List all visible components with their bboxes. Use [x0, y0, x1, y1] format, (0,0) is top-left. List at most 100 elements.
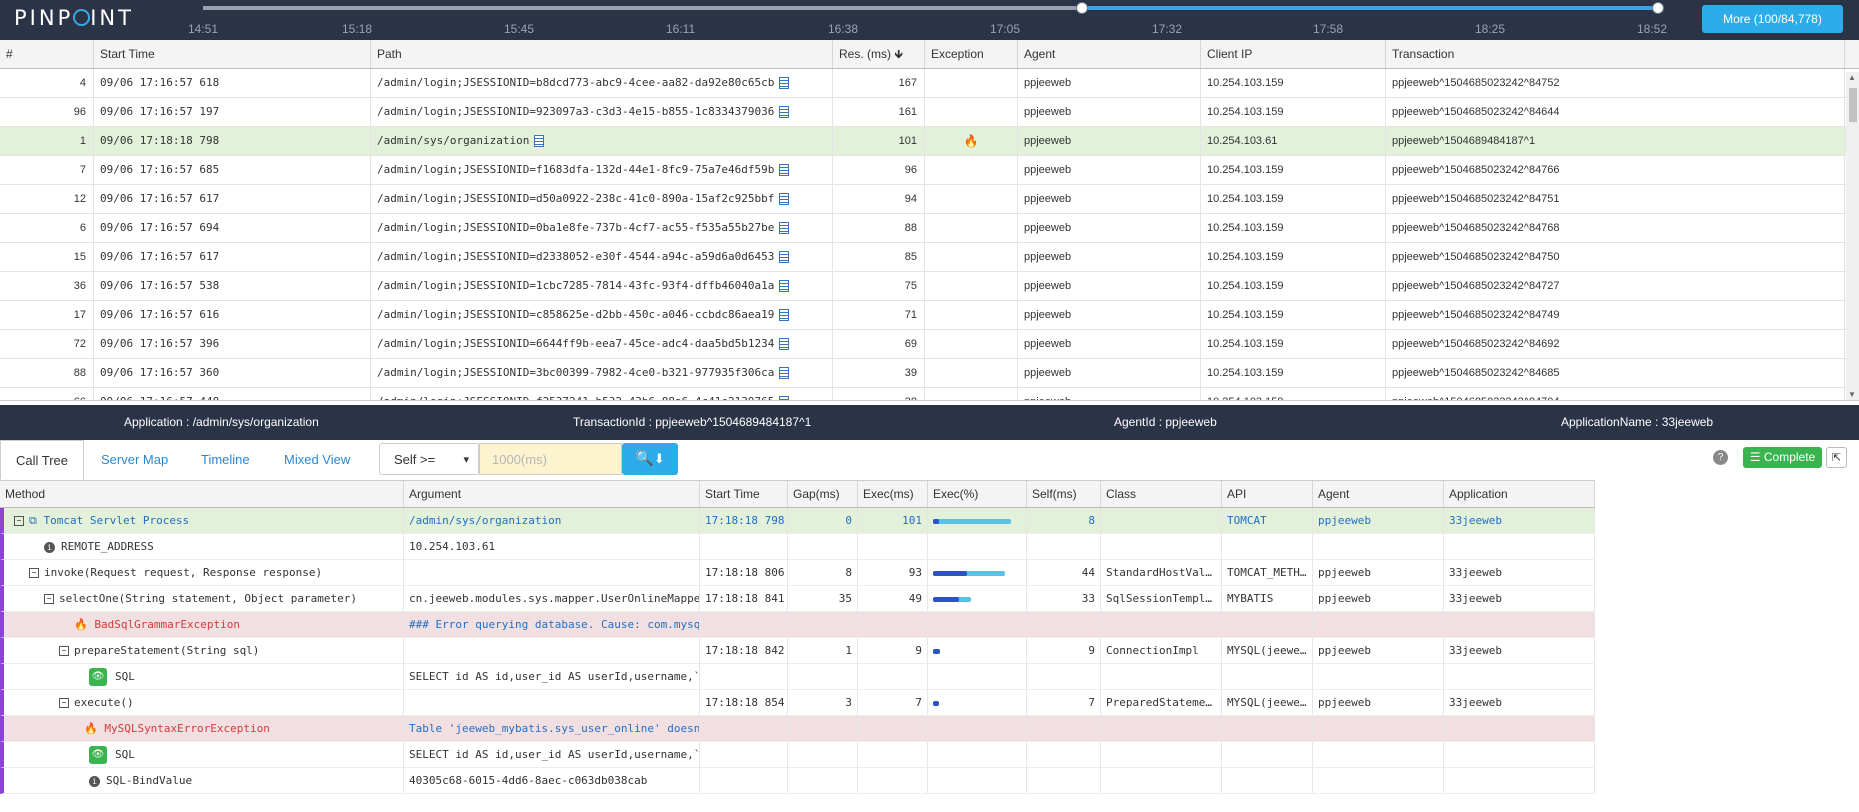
method-name: Tomcat Servlet Process — [43, 514, 190, 527]
call-tree-row[interactable]: i REMOTE_ADDRESS 10.254.103.61 — [0, 534, 1595, 560]
column-header[interactable]: Method — [0, 481, 404, 507]
collapse-toggle-icon[interactable]: − — [14, 516, 24, 526]
call-tree-cell — [1222, 742, 1313, 767]
call-tree-row[interactable]: − ⧉ Tomcat Servlet Process/admin/sys/orga… — [0, 508, 1595, 534]
call-tree-row[interactable]: − prepareStatement(String sql) 17:18:18 84… — [0, 638, 1595, 664]
complete-button[interactable]: ☰ Complete — [1743, 447, 1822, 468]
open-external-button[interactable]: ⇱ — [1826, 447, 1847, 468]
table-cell: 10.254.103.159 — [1201, 69, 1386, 97]
column-header[interactable]: Gap(ms) — [788, 481, 858, 507]
document-icon[interactable] — [779, 77, 790, 89]
tab-timeline[interactable]: Timeline — [201, 440, 250, 478]
column-header[interactable]: Argument — [404, 481, 700, 507]
table-cell — [925, 156, 1018, 184]
document-icon[interactable] — [779, 367, 790, 379]
self-percent-bar — [933, 700, 939, 706]
table-row[interactable]: 96 09/06 17:16:57 197/admin/login;JSESSIO… — [0, 98, 1859, 127]
timeline-selection[interactable] — [1081, 6, 1658, 10]
table-row[interactable]: 15 09/06 17:16:57 617/admin/login;JSESSIO… — [0, 243, 1859, 272]
table-row[interactable]: 36 09/06 17:16:57 538/admin/login;JSESSIO… — [0, 272, 1859, 301]
table-row[interactable]: 88 09/06 17:16:57 360/admin/login;JSESSIO… — [0, 359, 1859, 388]
table-cell: /admin/login;JSESSIONID=c858625e-d2bb-45… — [371, 301, 833, 329]
column-header[interactable]: Agent — [1018, 40, 1201, 68]
column-header[interactable]: Class — [1101, 481, 1222, 507]
table-cell: 88 — [833, 214, 925, 242]
search-button[interactable]: 🔍⬇ — [622, 443, 678, 475]
filter-select[interactable]: Self >= — [379, 443, 479, 476]
column-header[interactable]: Res. (ms) 🡻 — [833, 40, 925, 68]
table-row[interactable]: 1 09/06 17:18:18 798/admin/sys/organizati… — [0, 127, 1859, 156]
column-header[interactable]: Start Time — [94, 40, 371, 68]
document-icon[interactable] — [779, 251, 790, 263]
call-tree-row[interactable]: 👁 SQL SELECT id AS id,user_id AS userId,us… — [0, 664, 1595, 690]
document-icon[interactable] — [779, 396, 790, 400]
column-header[interactable]: Agent — [1313, 481, 1444, 507]
filter-input[interactable]: 1000(ms) — [479, 443, 622, 475]
document-icon[interactable] — [779, 309, 790, 321]
call-tree-row[interactable]: 👁 SQL SELECT id AS id,user_id AS userId,us… — [0, 742, 1595, 768]
document-icon[interactable] — [779, 338, 790, 350]
document-icon[interactable] — [779, 193, 790, 205]
collapse-toggle-icon[interactable]: − — [29, 568, 39, 578]
document-icon[interactable] — [534, 135, 545, 147]
timeline-tick-label: 18:52 — [1637, 22, 1668, 36]
timeline-handle-left[interactable] — [1076, 2, 1088, 14]
table-row[interactable]: 6609/06 17:16:57 448/admin/login;JSESSIO… — [0, 388, 1859, 400]
table-row[interactable]: 4 09/06 17:16:57 618/admin/login;JSESSION… — [0, 69, 1859, 98]
scroll-down-icon[interactable]: ▼ — [1848, 390, 1856, 399]
exec-percent-bar — [933, 518, 1011, 524]
table-row[interactable]: 7 09/06 17:16:57 685/admin/login;JSESSION… — [0, 156, 1859, 185]
scroll-thumb[interactable] — [1849, 88, 1857, 122]
column-header[interactable]: Exec(ms) — [858, 481, 928, 507]
call-tree-row[interactable]: 🔥 MySQLSyntaxErrorException Table 'jeeweb… — [0, 716, 1595, 742]
table-row[interactable]: 6 09/06 17:16:57 694/admin/login;JSESSION… — [0, 214, 1859, 243]
call-tree-row[interactable]: − selectOne(String statement, Object para… — [0, 586, 1595, 612]
document-icon[interactable] — [779, 280, 790, 292]
column-header[interactable]: Self(ms) — [1027, 481, 1101, 507]
call-tree-cell: MYBATIS — [1222, 586, 1313, 611]
call-tree-cell — [1101, 534, 1222, 559]
column-header[interactable]: Application — [1444, 481, 1595, 507]
eye-icon[interactable]: 👁 — [89, 746, 107, 764]
application-info: Application : /admin/sys/organization — [124, 415, 319, 429]
call-tree-cell — [1313, 716, 1444, 741]
column-header[interactable]: Client IP — [1201, 40, 1386, 68]
table-cell: ppjeeweb — [1018, 243, 1201, 271]
timeline-handle-right[interactable] — [1652, 2, 1664, 14]
table-cell: ppjeeweb^1504685023242^84752 — [1386, 69, 1845, 97]
document-icon[interactable] — [779, 164, 790, 176]
collapse-toggle-icon[interactable]: − — [44, 594, 54, 604]
column-header[interactable]: Path — [371, 40, 833, 68]
vertical-scrollbar[interactable]: ▲ ▼ — [1846, 72, 1859, 400]
table-row[interactable]: 17 09/06 17:16:57 616/admin/login;JSESSIO… — [0, 301, 1859, 330]
document-icon[interactable] — [779, 222, 790, 234]
column-header[interactable]: Transaction — [1386, 40, 1845, 68]
column-header[interactable]: API — [1222, 481, 1313, 507]
servlet-icon: ⧉ — [29, 514, 44, 527]
column-header[interactable]: Exec(%) — [928, 481, 1027, 507]
call-tree-row[interactable]: i SQL-BindValue 40305c68-6015-4dd6-8aec-c0… — [0, 768, 1595, 794]
eye-icon[interactable]: 👁 — [89, 668, 107, 686]
collapse-toggle-icon[interactable]: − — [59, 698, 69, 708]
call-tree-row[interactable]: − invoke(Request request, Response respon… — [0, 560, 1595, 586]
call-tree-cell — [1444, 534, 1595, 559]
tab-call-tree[interactable]: Call Tree — [0, 440, 84, 480]
column-header[interactable]: # — [0, 40, 94, 68]
scroll-up-icon[interactable]: ▲ — [1848, 73, 1856, 82]
tab-mixed-view[interactable]: Mixed View — [284, 440, 350, 478]
table-row[interactable]: 72 09/06 17:16:57 396/admin/login;JSESSIO… — [0, 330, 1859, 359]
column-header[interactable]: Start Time — [700, 481, 788, 507]
more-button[interactable]: More (100/84,778) — [1702, 5, 1843, 33]
collapse-toggle-icon[interactable]: − — [59, 646, 69, 656]
call-tree-row[interactable]: 🔥 BadSqlGrammarException ### Error queryi… — [0, 612, 1595, 638]
pinpoint-logo[interactable]: PINP INT — [14, 6, 134, 30]
tab-server-map[interactable]: Server Map — [101, 440, 168, 478]
call-tree-cell — [1222, 768, 1313, 793]
help-icon[interactable]: ? — [1713, 450, 1728, 465]
document-icon[interactable] — [779, 106, 790, 118]
table-row[interactable]: 12 09/06 17:16:57 617/admin/login;JSESSIO… — [0, 185, 1859, 214]
method-name: invoke(Request request, Response respons… — [44, 566, 323, 579]
timeline-tick-label: 17:05 — [990, 22, 1021, 36]
call-tree-row[interactable]: − execute() 17:18:18 854 3 7 7 PreparedStateme… — [0, 690, 1595, 716]
column-header[interactable]: Exception — [925, 40, 1018, 68]
